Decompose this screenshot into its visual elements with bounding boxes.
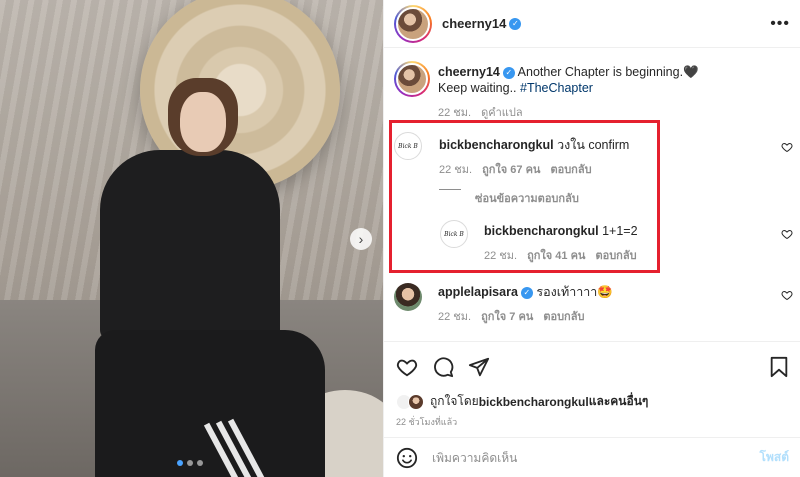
emoji-icon[interactable]	[396, 447, 418, 469]
share-send-icon[interactable]	[468, 356, 490, 378]
carousel-dot	[197, 460, 203, 466]
more-horizontal-icon[interactable]: •••	[770, 15, 790, 33]
caption: cheerny14 ✓ Another Chapter is beginning.…	[394, 61, 699, 121]
comment-time[interactable]: 22 ชม.	[439, 160, 472, 178]
commenter-avatar[interactable]	[394, 283, 422, 311]
caption-line2: Keep waiting..	[438, 81, 520, 95]
post-timestamp: 22 ชั่วโมงที่แล้ว	[396, 417, 458, 427]
comment-author[interactable]: bickbencharongkul	[439, 138, 554, 152]
like-heart-icon[interactable]	[396, 356, 418, 378]
post-detail-panel: cheerny14 ✓ ••• cheerny14 ✓ Another Chapt…	[383, 0, 800, 477]
post-actions: ถูกใจโดย bickbencharongkul และคนอื่นๆ 22…	[384, 341, 800, 437]
author-avatar[interactable]	[394, 4, 432, 43]
comment-likes[interactable]: ถูกใจ 67 คน	[482, 160, 540, 178]
carousel-dot-active	[177, 460, 183, 466]
action-bar	[396, 356, 789, 378]
bookmark-icon[interactable]	[769, 356, 789, 378]
liked-by: ถูกใจโดย bickbencharongkul และคนอื่นๆ	[396, 392, 789, 411]
comment-time[interactable]: 22 ชม.	[438, 307, 471, 325]
photo-person-jacket	[100, 150, 280, 340]
reply-button[interactable]: ตอบกลับ	[550, 160, 591, 178]
reply-author[interactable]: bickbencharongkul	[484, 224, 599, 238]
post-comment-button[interactable]: โพสต์	[760, 448, 789, 467]
reply-like-heart-icon[interactable]	[781, 228, 793, 240]
hashtag-link[interactable]: #TheChapter	[520, 81, 593, 95]
reply-item: Bick B bickbencharongkul 1+1=2 22 ชม. ถู…	[440, 220, 638, 264]
photo-person-face	[180, 92, 226, 152]
comment-author[interactable]: applelapisara	[438, 285, 518, 299]
hide-replies-toggle[interactable]: ซ่อนข้อความตอบกลับ	[439, 189, 579, 207]
reply-button[interactable]: ตอบกลับ	[595, 246, 636, 264]
liked-by-user[interactable]: bickbencharongkul	[479, 395, 589, 409]
comment-like-heart-icon[interactable]	[781, 141, 793, 153]
comment-text: รองเท้าาาา🤩	[536, 285, 613, 299]
add-comment-bar: โพสต์	[384, 437, 800, 477]
reply-button[interactable]: ตอบกลับ	[543, 307, 584, 325]
verified-badge-icon: ✓	[502, 66, 515, 79]
photo-person-pants	[95, 330, 325, 477]
comment-like-heart-icon[interactable]	[781, 289, 793, 301]
comment-input[interactable]	[432, 450, 760, 465]
reply-likes[interactable]: ถูกใจ 41 คน	[527, 246, 585, 264]
carousel-dots	[177, 460, 203, 466]
comments-list: cheerny14 ✓ Another Chapter is beginning.…	[384, 49, 800, 341]
comment-text: วงใน confirm	[557, 138, 630, 152]
carousel-dot	[187, 460, 193, 466]
post-header: cheerny14 ✓ •••	[384, 0, 800, 48]
see-translation-link[interactable]: ดูคำแปล	[481, 103, 523, 121]
liked-by-avatars	[396, 393, 424, 410]
caption-time[interactable]: 22 ชม.	[438, 103, 471, 121]
caption-author[interactable]: cheerny14	[438, 65, 500, 79]
verified-badge-icon: ✓	[520, 286, 533, 299]
comment-bubble-icon[interactable]	[432, 356, 454, 378]
comment-likes[interactable]: ถูกใจ 7 คน	[481, 307, 533, 325]
hide-replies-line	[439, 189, 461, 190]
author-username[interactable]: cheerny14	[442, 16, 506, 31]
caption-avatar[interactable]	[394, 61, 430, 97]
verified-badge-icon: ✓	[509, 17, 522, 30]
post-photo: ›	[0, 0, 383, 477]
comment-item: applelapisara ✓ รองเท้าาาา🤩 22 ชม. ถูกใจ …	[394, 283, 613, 325]
reply-text: 1+1=2	[602, 224, 638, 238]
liked-by-others[interactable]: และคนอื่นๆ	[589, 392, 649, 411]
liked-by-prefix: ถูกใจโดย	[430, 394, 479, 408]
commenter-avatar[interactable]: Bick B	[394, 132, 422, 160]
reply-avatar[interactable]: Bick B	[440, 220, 468, 248]
next-photo-button[interactable]: ›	[350, 228, 372, 250]
mini-avatar	[408, 393, 424, 410]
hide-replies-label[interactable]: ซ่อนข้อความตอบกลับ	[475, 189, 579, 207]
comment-item: Bick B bickbencharongkul วงใน confirm 22…	[394, 132, 629, 178]
caption-line1: Another Chapter is beginning.🖤	[517, 65, 699, 79]
reply-time[interactable]: 22 ชม.	[484, 246, 517, 264]
